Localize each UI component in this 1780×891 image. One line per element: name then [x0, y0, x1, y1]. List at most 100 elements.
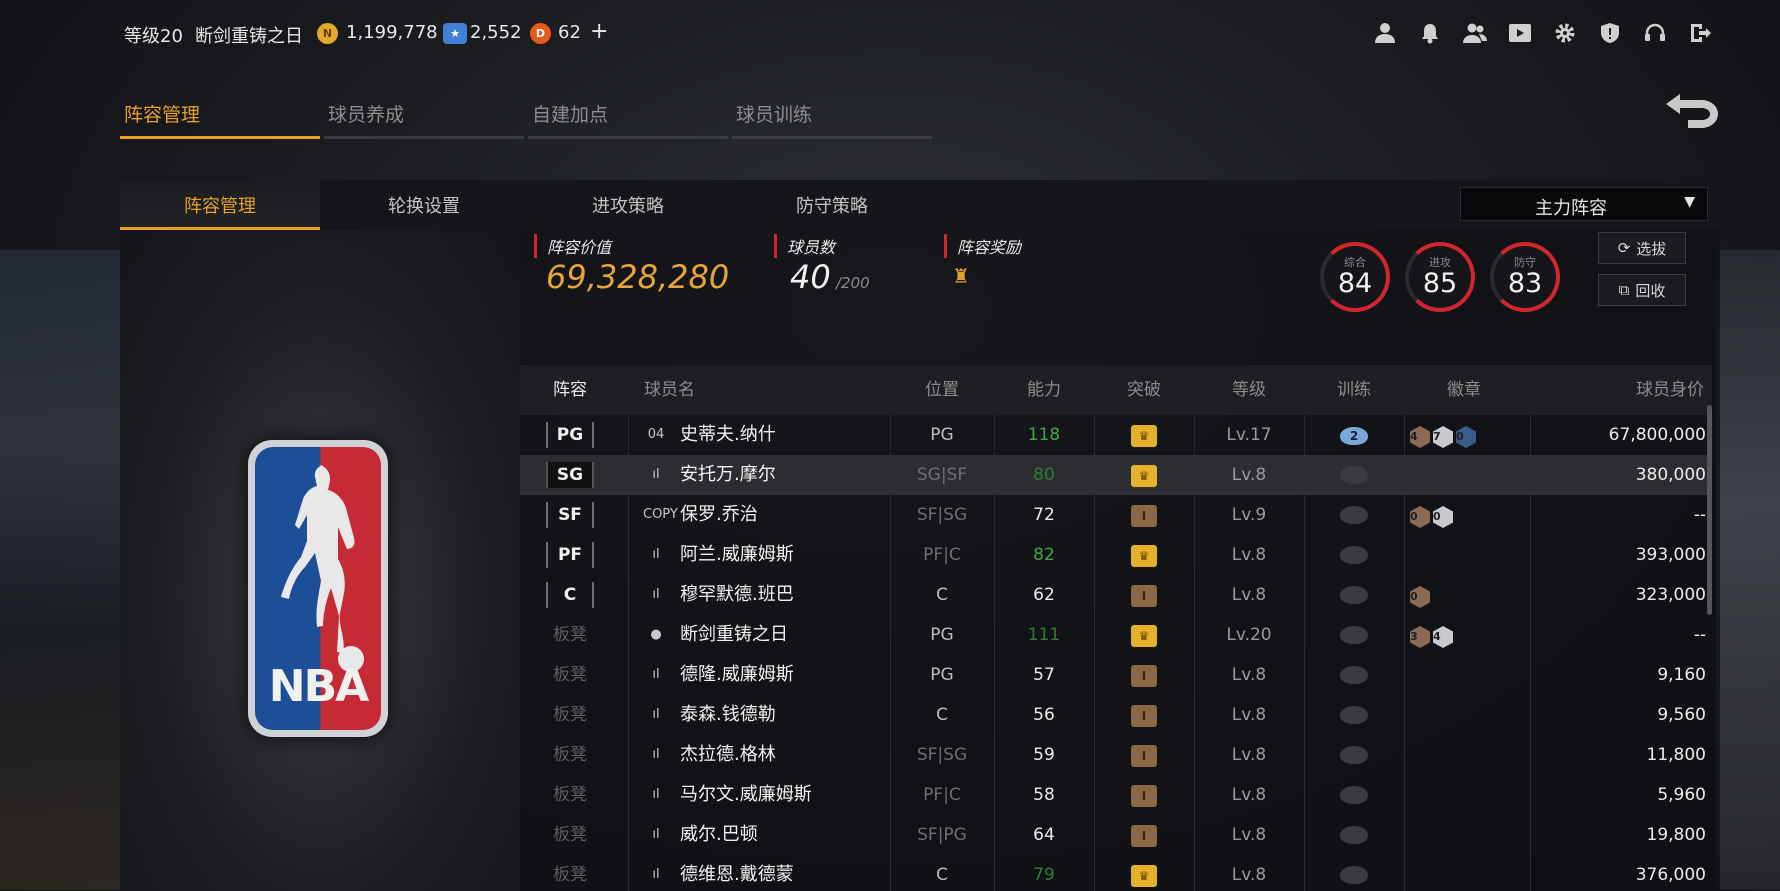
tab-player-development[interactable]: 球员养成 [324, 100, 524, 140]
badges-cell[interactable] [1410, 855, 1530, 891]
friends-icon[interactable] [1462, 20, 1488, 46]
headset-icon[interactable] [1642, 20, 1668, 46]
slot-cell[interactable]: 板凳 [520, 615, 620, 655]
training-cell[interactable] [1304, 535, 1404, 575]
table-row[interactable]: Cıl 穆罕默德.班巴 C 62 I Lv.8 0 323,000 [520, 575, 1712, 615]
subtab-defense-strategy[interactable]: 防守策略 [732, 180, 932, 230]
table-row[interactable]: 板凳 ıl 德维恩.戴德蒙 C 79 ♛ Lv.8 376,000 [520, 855, 1712, 891]
player-name[interactable]: 安托万.摩尔 [680, 455, 776, 495]
breakthrough-cell[interactable]: ♛ [1094, 615, 1194, 655]
player-name[interactable]: 德隆.威廉姆斯 [680, 655, 794, 695]
slot-cell[interactable]: SF [520, 495, 620, 535]
slot-cell[interactable]: 板凳 [520, 655, 620, 695]
breakthrough-cell[interactable]: I [1094, 815, 1194, 855]
player-name[interactable]: 泰森.钱德勒 [680, 695, 776, 735]
breakthrough-cell[interactable]: ♛ [1094, 415, 1194, 455]
player-name[interactable]: 史蒂夫.纳什 [680, 415, 776, 455]
table-row[interactable]: SF COPY 保罗.乔治 SF|SG 72 I Lv.9 0 0 -- [520, 495, 1712, 535]
add-currency-button[interactable]: + [590, 19, 608, 44]
profile-icon[interactable] [1372, 20, 1398, 46]
table-row[interactable]: 板凳 ● 断剑重铸之日 PG 111 ♛ Lv.20 3 4 -- [520, 615, 1712, 655]
table-row[interactable]: PF ıl 阿兰.威廉姆斯 PF|C 82 ♛ Lv.8 393,000 [520, 535, 1712, 575]
table-row[interactable]: 板凳 ıl 杰拉德.格林 SF|SG 59 I Lv.8 11,800 [520, 735, 1712, 775]
slot-cell[interactable]: 板凳 [520, 815, 620, 855]
table-row[interactable]: 板凳 ıl 德隆.威廉姆斯 PG 57 I Lv.8 9,160 [520, 655, 1712, 695]
badges-cell[interactable] [1410, 775, 1530, 815]
player-name[interactable]: 保罗.乔治 [680, 495, 758, 535]
player-name[interactable]: 阿兰.威廉姆斯 [680, 535, 794, 575]
training-cell[interactable] [1304, 695, 1404, 735]
shield-icon[interactable] [1597, 20, 1623, 46]
breakthrough-cell[interactable]: ♛ [1094, 535, 1194, 575]
breakthrough-cell[interactable]: I [1094, 695, 1194, 735]
breakthrough-cell[interactable]: I [1094, 575, 1194, 615]
reward-icon[interactable]: ♜ [952, 264, 970, 288]
badges-cell[interactable]: 0 [1410, 575, 1530, 615]
lineup-dropdown[interactable]: 主力阵容 ▼ [1460, 187, 1708, 221]
breakthrough-cell[interactable]: I [1094, 775, 1194, 815]
select-button[interactable]: ⟳ 选拔 [1598, 232, 1686, 264]
recycle-button[interactable]: ⧉ 回收 [1598, 274, 1686, 306]
training-cell[interactable] [1304, 575, 1404, 615]
slot-cell[interactable]: C [520, 575, 620, 615]
badges-cell[interactable] [1410, 535, 1530, 575]
tab-player-training[interactable]: 球员训练 [732, 100, 932, 140]
training-cell[interactable] [1304, 495, 1404, 535]
slot-cell[interactable]: PG [520, 415, 620, 455]
back-icon[interactable] [1660, 90, 1724, 130]
table-row[interactable]: SG ıl 安托万.摩尔 SG|SF 80 ♛ Lv.8 380,000 [520, 455, 1712, 495]
slot-cell[interactable]: 板凳 [520, 855, 620, 891]
slot-cell[interactable]: SG [520, 455, 620, 495]
subtab-lineup[interactable]: 阵容管理 [120, 180, 320, 230]
badges-cell[interactable] [1410, 815, 1530, 855]
table-row[interactable]: 板凳 ıl 马尔文.威廉姆斯 PF|C 58 I Lv.8 5,960 [520, 775, 1712, 815]
training-cell[interactable]: 2 [1304, 415, 1404, 455]
table-row[interactable]: 板凳 ıl 威尔.巴顿 SF|PG 64 I Lv.8 19,800 [520, 815, 1712, 855]
training-cell[interactable] [1304, 855, 1404, 891]
player-name[interactable]: 断剑重铸之日 [680, 615, 788, 655]
breakthrough-cell[interactable]: ♛ [1094, 455, 1194, 495]
subtab-rotation[interactable]: 轮换设置 [324, 180, 524, 230]
breakthrough-icon: I [1131, 785, 1157, 807]
training-cell[interactable] [1304, 655, 1404, 695]
bell-icon[interactable] [1417, 20, 1443, 46]
badges-cell[interactable] [1410, 735, 1530, 775]
tab-custom-points[interactable]: 自建加点 [528, 100, 728, 140]
player-name[interactable]: 穆罕默德.班巴 [680, 575, 794, 615]
slot-cell[interactable]: PF [520, 535, 620, 575]
table-scrollbar[interactable] [1707, 405, 1712, 615]
badges-cell[interactable]: 470 [1410, 415, 1530, 455]
breakthrough-cell[interactable]: ♛ [1094, 855, 1194, 891]
subtab-offense-strategy[interactable]: 进攻策略 [528, 180, 728, 230]
tab-lineup-management[interactable]: 阵容管理 [120, 100, 320, 140]
training-cell[interactable] [1304, 775, 1404, 815]
breakthrough-cell[interactable]: I [1094, 655, 1194, 695]
slot-cell[interactable]: 板凳 [520, 775, 620, 815]
gear-icon[interactable] [1552, 20, 1578, 46]
slot-cell[interactable]: 板凳 [520, 695, 620, 735]
badges-cell[interactable] [1410, 655, 1530, 695]
badges-cell[interactable]: 34 [1410, 615, 1530, 655]
breakthrough-cell[interactable]: I [1094, 495, 1194, 535]
badges-cell[interactable] [1410, 455, 1530, 495]
player-name[interactable]: 威尔.巴顿 [680, 815, 758, 855]
player-name[interactable]: 马尔文.威廉姆斯 [680, 775, 812, 815]
copy-icon: ⧉ [1618, 281, 1630, 299]
player-tag-icon: ıl [652, 547, 660, 562]
player-name[interactable]: 德维恩.戴德蒙 [680, 855, 794, 891]
player-name[interactable]: 杰拉德.格林 [680, 735, 776, 775]
breakthrough-cell[interactable]: I [1094, 735, 1194, 775]
slot-cell[interactable]: 板凳 [520, 735, 620, 775]
video-icon[interactable] [1507, 20, 1533, 46]
training-cell[interactable] [1304, 615, 1404, 655]
exit-icon[interactable] [1687, 20, 1713, 46]
badges-cell[interactable]: 00 [1410, 495, 1530, 535]
training-cell[interactable] [1304, 735, 1404, 775]
training-cell[interactable] [1304, 455, 1404, 495]
training-cell[interactable] [1304, 815, 1404, 855]
position-slot-badge: C [546, 582, 594, 608]
table-row[interactable]: PG 04 史蒂夫.纳什 PG 118 ♛ Lv.17 2 4 7 0 67,800,000 [520, 415, 1712, 455]
badges-cell[interactable] [1410, 695, 1530, 735]
player-tag-icon: ıl [652, 467, 660, 482]
table-row[interactable]: 板凳 ıl 泰森.钱德勒 C 56 I Lv.8 9,560 [520, 695, 1712, 735]
